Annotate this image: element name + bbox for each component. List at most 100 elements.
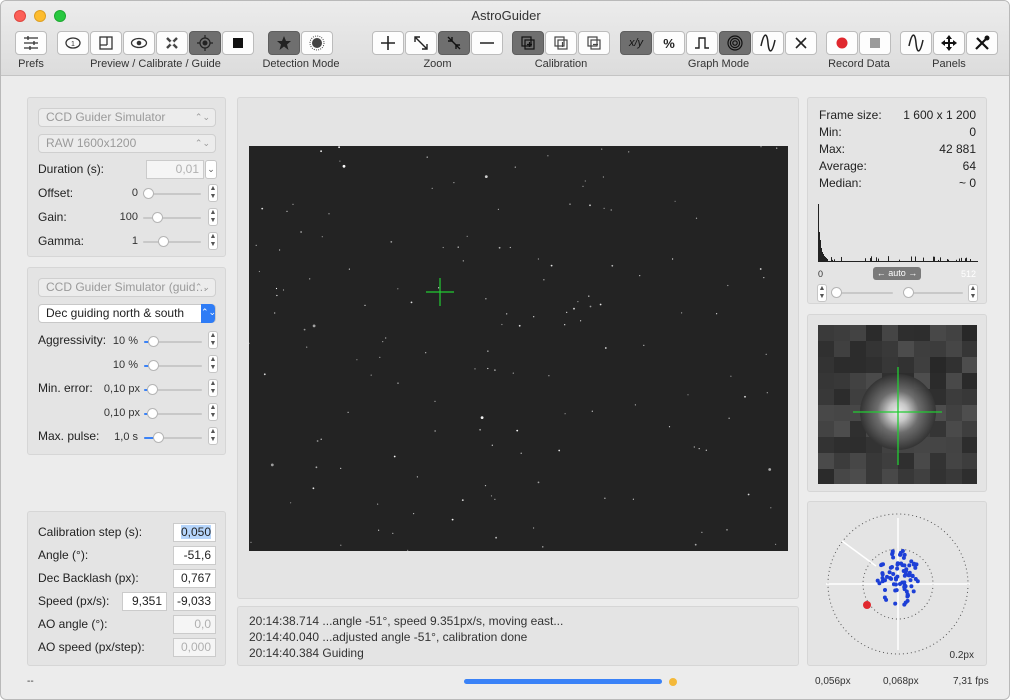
- max-pulse-slider[interactable]: [144, 432, 202, 443]
- aggressivity-dec-slider[interactable]: [144, 360, 202, 371]
- min-value: 0: [969, 125, 976, 139]
- histogram-bar: [849, 261, 850, 262]
- offset-slider[interactable]: [143, 188, 201, 199]
- histogram-bar: [877, 261, 878, 262]
- format-select[interactable]: RAW 1600x1200 ⌃⌄: [38, 134, 216, 153]
- histogram-low-stepper[interactable]: ▲ ▼: [817, 284, 827, 302]
- histogram-high-label: 512: [960, 269, 976, 279]
- aggressivity-ra-slider[interactable]: [144, 336, 202, 347]
- histogram-bar: [867, 261, 868, 262]
- min-error-ra-slider[interactable]: [144, 384, 202, 395]
- histogram-bars: [818, 204, 978, 262]
- aggressivity-ra-stepper[interactable]: ▲ ▼: [208, 331, 218, 349]
- graph-clear-button[interactable]: [785, 31, 817, 55]
- speed-x-field[interactable]: 9,351: [122, 592, 167, 611]
- star: [716, 313, 718, 315]
- panel-tools-button[interactable]: [966, 31, 998, 55]
- gain-stepper[interactable]: ▲ ▼: [208, 208, 218, 226]
- camera-select[interactable]: CCD Guider Simulator ⌃⌄: [38, 108, 216, 127]
- speed-y-field[interactable]: -9,033: [173, 592, 216, 611]
- histogram-high-slider[interactable]: [903, 287, 963, 298]
- panel-move-button[interactable]: [933, 31, 965, 55]
- calibration-clear-button[interactable]: [578, 31, 610, 55]
- calibrate-button[interactable]: [156, 31, 188, 55]
- frame-button[interactable]: [90, 31, 122, 55]
- guide-camera-image[interactable]: [249, 146, 788, 551]
- zoom-actual-button[interactable]: [438, 31, 470, 55]
- panel-graph-button[interactable]: [900, 31, 932, 55]
- star: [462, 260, 464, 262]
- histogram-bar: [873, 261, 874, 262]
- gain-value: 100: [119, 211, 138, 223]
- ao-speed-field[interactable]: 0,000: [173, 638, 216, 657]
- gamma-slider[interactable]: [143, 236, 201, 247]
- slider-knob[interactable]: [148, 360, 159, 371]
- max-pulse-stepper[interactable]: ▲ ▼: [208, 427, 218, 445]
- star: [370, 374, 372, 376]
- gain-slider[interactable]: [143, 212, 201, 223]
- graph-target-button[interactable]: [719, 31, 751, 55]
- guide-button[interactable]: [189, 31, 221, 55]
- graph-xy-button[interactable]: x/y: [620, 31, 652, 55]
- zoom-out-button[interactable]: [471, 31, 503, 55]
- graph-pulse-button[interactable]: [686, 31, 718, 55]
- min-error-dec-stepper[interactable]: ▲ ▼: [208, 403, 218, 421]
- offset-stepper[interactable]: ▲ ▼: [208, 184, 218, 202]
- histogram-bar: [830, 261, 831, 262]
- step-one-button[interactable]: 1: [57, 31, 89, 55]
- histogram-bar: [882, 261, 883, 262]
- histogram-high-stepper[interactable]: ▲ ▼: [968, 284, 978, 302]
- calibration-new-button[interactable]: [512, 31, 544, 55]
- slider-knob[interactable]: [158, 236, 169, 247]
- min-error-ra-stepper[interactable]: ▲ ▼: [208, 379, 218, 397]
- error-point: [893, 582, 898, 587]
- zoom-fit-button[interactable]: [405, 31, 437, 55]
- slider-knob[interactable]: [147, 408, 158, 419]
- prefs-button[interactable]: [15, 31, 47, 55]
- pixel-block: [914, 453, 930, 469]
- histogram-bar: [850, 261, 851, 262]
- disk-detection-button[interactable]: [301, 31, 333, 55]
- pixel-block: [850, 373, 866, 389]
- slider-knob[interactable]: [152, 212, 163, 223]
- histogram-bar: [856, 261, 857, 262]
- histogram-bar: [848, 261, 849, 262]
- preview-button[interactable]: [123, 31, 155, 55]
- pixel-block: [914, 341, 930, 357]
- histogram-bar: [827, 259, 828, 262]
- histogram-bar: [936, 261, 937, 262]
- min-error-dec-slider[interactable]: [144, 408, 202, 419]
- slider-knob[interactable]: [831, 287, 842, 298]
- stop-button[interactable]: [222, 31, 254, 55]
- graph-wave-button[interactable]: [752, 31, 784, 55]
- calibration-load-button[interactable]: [545, 31, 577, 55]
- histogram-auto-button[interactable]: ← auto →: [873, 267, 921, 280]
- zoom-in-button[interactable]: [372, 31, 404, 55]
- duration-field[interactable]: 0,01: [146, 160, 204, 179]
- guider-select[interactable]: CCD Guider Simulator (guid… ⌃⌄: [38, 278, 216, 297]
- calibration-step-field[interactable]: 0,050: [173, 523, 216, 542]
- slider-knob[interactable]: [148, 336, 159, 347]
- record-button[interactable]: [826, 31, 858, 55]
- slider-knob[interactable]: [153, 432, 164, 443]
- histogram-low-slider[interactable]: [831, 287, 893, 298]
- ao-angle-field[interactable]: 0,0: [173, 615, 216, 634]
- aggressivity-dec-stepper[interactable]: ▲ ▼: [208, 355, 218, 373]
- duration-dropdown[interactable]: ⌄: [205, 160, 217, 179]
- histogram-bar: [957, 261, 958, 262]
- slider-knob[interactable]: [903, 287, 914, 298]
- star: [263, 373, 266, 376]
- slider-knob[interactable]: [147, 384, 158, 395]
- dec-guiding-select[interactable]: Dec guiding north & south ⌃⌄: [38, 304, 216, 323]
- star: [550, 264, 553, 267]
- slider-knob[interactable]: [143, 188, 154, 199]
- dec-backlash-field[interactable]: 0,767: [173, 569, 216, 588]
- pixel-block: [946, 437, 962, 453]
- error-point: [887, 570, 892, 575]
- graph-percent-button[interactable]: %: [653, 31, 685, 55]
- histogram-bar: [879, 261, 880, 262]
- angle-field[interactable]: -51,6: [173, 546, 216, 565]
- gamma-stepper[interactable]: ▲ ▼: [208, 232, 218, 250]
- star-detection-button[interactable]: [268, 31, 300, 55]
- record-stop-button[interactable]: [859, 31, 891, 55]
